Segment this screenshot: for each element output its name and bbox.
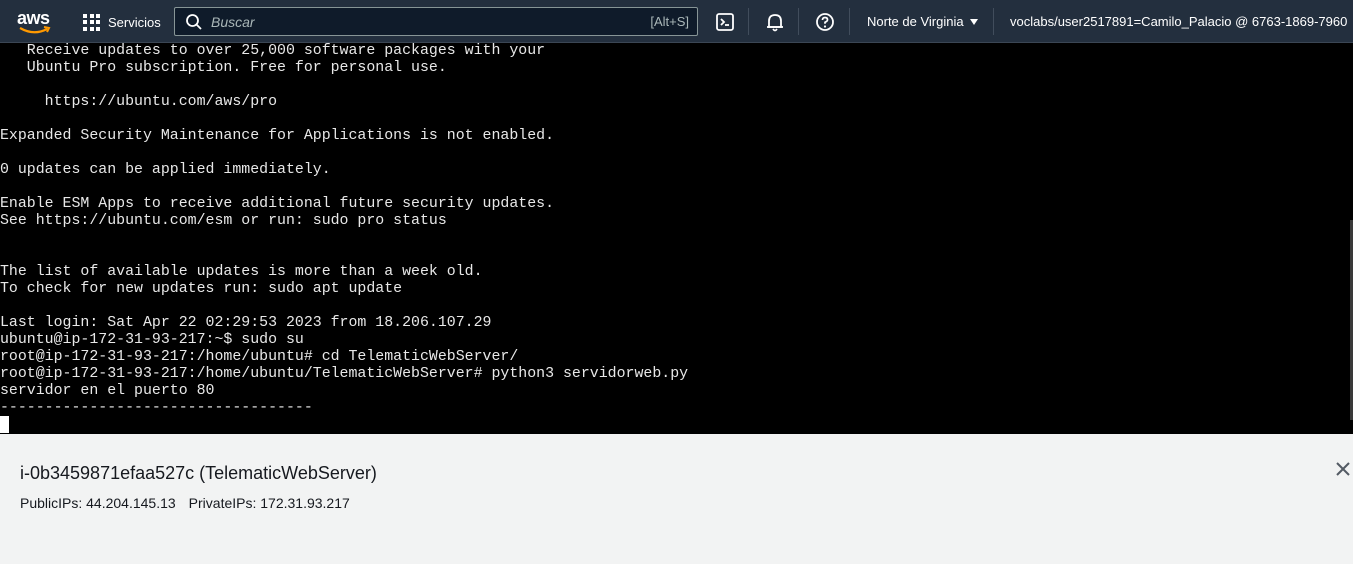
terminal-line: See https://ubuntu.com/esm or run: sudo … <box>0 213 447 229</box>
terminal-window[interactable]: Receive updates to over 25,000 software … <box>0 43 1353 434</box>
bell-icon[interactable] <box>764 11 786 33</box>
region-label: Norte de Virginia <box>867 14 964 29</box>
instance-info-panel: i-0b3459871efaa527c (TelematicWebServer)… <box>0 434 1353 564</box>
terminal-line: Receive updates to over 25,000 software … <box>0 43 546 59</box>
private-ips: PrivateIPs: 172.31.93.217 <box>188 495 350 511</box>
close-icon[interactable] <box>1335 461 1351 477</box>
terminal-line: root@ip-172-31-93-217:/home/ubuntu/Telem… <box>0 366 689 382</box>
terminal-line: root@ip-172-31-93-217:/home/ubuntu# cd T… <box>0 349 519 365</box>
aws-logo-text: aws <box>17 8 50 28</box>
terminal-line: The list of available updates is more th… <box>0 264 483 280</box>
account-label: voclabs/user2517891=Camilo_Palacio @ 676… <box>1010 14 1348 29</box>
grid-icon <box>83 13 100 31</box>
account-menu[interactable]: voclabs/user2517891=Camilo_Palacio @ 676… <box>1010 14 1353 29</box>
region-selector[interactable]: Norte de Virginia <box>867 14 978 29</box>
search-box[interactable]: [Alt+S] <box>174 7 698 36</box>
terminal-line: Ubuntu Pro subscription. Free for person… <box>0 60 447 76</box>
terminal-line: Enable ESM Apps to receive additional fu… <box>0 196 555 212</box>
top-navigation-bar: aws Servicios [Alt+S] <box>0 0 1353 43</box>
terminal-line: 0 updates can be applied immediately. <box>0 162 331 178</box>
terminal-line: ubuntu@ip-172-31-93-217:~$ sudo su <box>0 332 304 348</box>
search-shortcut-hint: [Alt+S] <box>650 14 689 29</box>
nav-separator <box>748 8 749 35</box>
aws-logo[interactable]: aws <box>17 9 51 35</box>
caret-down-icon <box>969 18 978 25</box>
services-menu-button[interactable]: Servicios <box>83 13 161 31</box>
nav-separator <box>798 8 799 35</box>
terminal-line: Last login: Sat Apr 22 02:29:53 2023 fro… <box>0 315 492 331</box>
terminal-cursor <box>0 416 9 433</box>
terminal-line: ----------------------------------- <box>0 400 313 416</box>
nav-separator <box>993 8 994 35</box>
instance-title: i-0b3459871efaa527c (TelematicWebServer) <box>20 463 377 483</box>
terminal-line: To check for new updates run: sudo apt u… <box>0 281 403 297</box>
services-label: Servicios <box>108 14 161 30</box>
terminal-line: servidor en el puerto 80 <box>0 383 215 399</box>
help-icon[interactable] <box>814 11 836 33</box>
nav-separator <box>849 8 850 35</box>
aws-smile-icon <box>19 26 51 34</box>
search-icon <box>186 13 202 30</box>
instance-ips: PublicIPs: 44.204.145.13 PrivateIPs: 172.… <box>20 495 350 511</box>
search-input[interactable] <box>211 13 651 30</box>
public-ips: PublicIPs: 44.204.145.13 <box>20 495 176 511</box>
terminal-line: https://ubuntu.com/aws/pro <box>0 94 278 110</box>
cloudshell-icon[interactable] <box>714 11 736 33</box>
terminal-line: Expanded Security Maintenance for Applic… <box>0 128 555 144</box>
